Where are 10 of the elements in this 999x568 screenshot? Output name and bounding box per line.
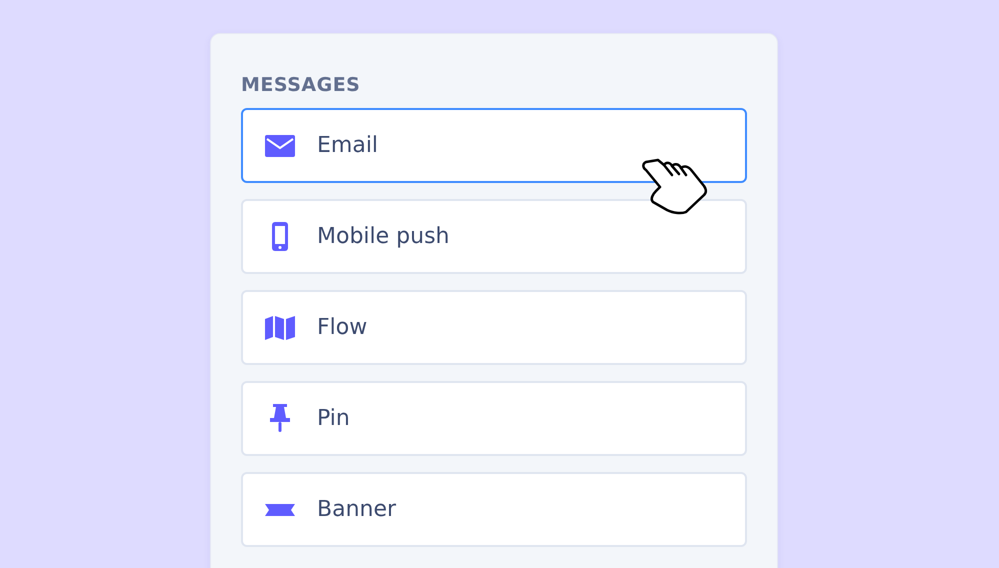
envelope-icon — [265, 134, 295, 156]
map-icon — [265, 316, 295, 340]
menu-item[interactable]: Mobile push — [241, 199, 747, 274]
hand-pointer-icon — [640, 157, 708, 215]
section-title: MESSAGES — [241, 74, 362, 96]
banner-icon — [265, 504, 295, 516]
menu-item[interactable]: Flow — [241, 290, 747, 365]
menu-item[interactable]: Pin — [241, 381, 747, 456]
menu-item[interactable]: Banner — [241, 472, 747, 547]
menu-item[interactable]: Email — [241, 108, 747, 183]
